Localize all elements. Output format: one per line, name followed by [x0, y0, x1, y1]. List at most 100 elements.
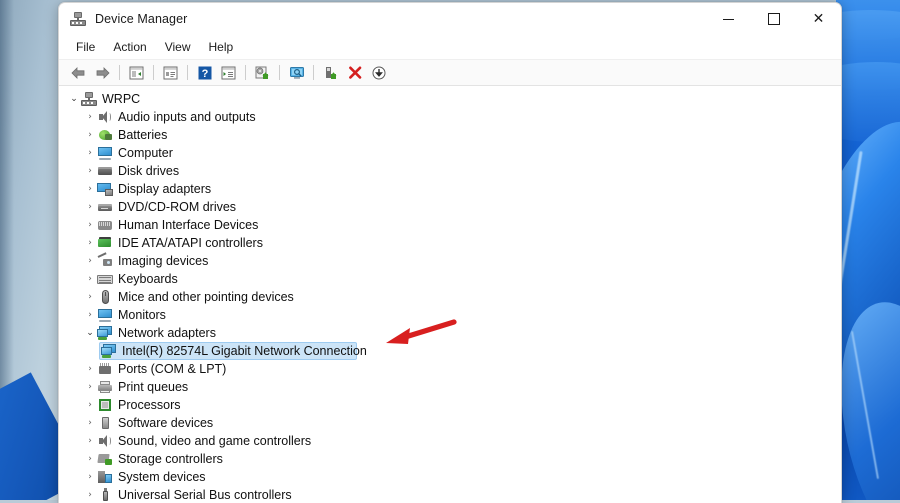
title-bar: Device Manager ✕	[59, 3, 841, 35]
chevron-right-icon[interactable]: ›	[83, 108, 97, 126]
tree-item-monitors[interactable]: › Monitors	[59, 306, 841, 324]
device-tree[interactable]: ⌄ WRPC › Audio inputs and outputs › Batt…	[59, 86, 841, 503]
tree-item-ports[interactable]: › Ports (COM & LPT)	[59, 360, 841, 378]
chevron-right-icon[interactable]: ›	[83, 432, 97, 450]
tree-item-label: Storage controllers	[118, 452, 223, 466]
toolbar-separator	[119, 65, 120, 80]
tree-item-label: Ports (COM & LPT)	[118, 362, 227, 376]
tree-item-label: Imaging devices	[118, 254, 209, 268]
chevron-right-icon[interactable]: ›	[83, 468, 97, 486]
tree-item-keyboards[interactable]: › Keyboards	[59, 270, 841, 288]
tree-item-label: System devices	[118, 470, 206, 484]
action-pane-button[interactable]	[217, 62, 240, 83]
chevron-right-icon[interactable]: ›	[83, 270, 97, 288]
chevron-right-icon[interactable]: ›	[83, 486, 97, 503]
network-device-icon	[101, 343, 117, 359]
tree-item-network-adapters[interactable]: ⌄ Network adapters	[59, 324, 841, 342]
disk-drive-icon	[97, 163, 113, 179]
tree-item-human-interface-devices[interactable]: › Human Interface Devices	[59, 216, 841, 234]
tree-item-label: DVD/CD-ROM drives	[118, 200, 237, 214]
scan-hardware-button[interactable]	[285, 62, 308, 83]
chevron-right-icon[interactable]: ›	[83, 216, 97, 234]
tree-item-usb-controllers[interactable]: › Universal Serial Bus controllers	[59, 486, 841, 503]
console-tree-button[interactable]	[125, 62, 148, 83]
chevron-right-icon[interactable]: ›	[83, 126, 97, 144]
menu-item-help[interactable]: Help	[200, 38, 243, 56]
tree-item-audio[interactable]: › Audio inputs and outputs	[59, 108, 841, 126]
device-manager-icon	[70, 11, 86, 27]
network-adapter-icon	[97, 325, 113, 341]
tree-root-label: WRPC	[102, 92, 141, 106]
chevron-right-icon[interactable]: ›	[83, 306, 97, 324]
tree-item-display-adapters[interactable]: › Display adapters	[59, 180, 841, 198]
toolbar: ?	[59, 60, 841, 86]
back-button[interactable]	[67, 62, 90, 83]
forward-button[interactable]	[91, 62, 114, 83]
tree-item-storage-controllers[interactable]: › Storage controllers	[59, 450, 841, 468]
ide-controller-icon	[97, 235, 113, 251]
menu-item-view[interactable]: View	[156, 38, 200, 56]
tree-item-label: Audio inputs and outputs	[118, 110, 256, 124]
help-button[interactable]: ?	[193, 62, 216, 83]
tree-item-mice[interactable]: › Mice and other pointing devices	[59, 288, 841, 306]
chevron-right-icon[interactable]: ›	[83, 288, 97, 306]
tree-item-system-devices[interactable]: › System devices	[59, 468, 841, 486]
tree-item-dvd-drives[interactable]: › DVD/CD-ROM drives	[59, 198, 841, 216]
tree-item-batteries[interactable]: › Batteries	[59, 126, 841, 144]
menu-bar: File Action View Help	[59, 35, 841, 60]
mouse-icon	[97, 289, 113, 305]
software-device-icon	[97, 415, 113, 431]
maximize-button[interactable]	[751, 3, 796, 35]
speaker-icon	[97, 433, 113, 449]
tree-item-label: Keyboards	[118, 272, 178, 286]
uninstall-device-button[interactable]	[343, 62, 366, 83]
tree-item-label: Disk drives	[118, 164, 180, 178]
chevron-right-icon[interactable]: ›	[83, 252, 97, 270]
tree-item-label: Universal Serial Bus controllers	[118, 488, 292, 502]
chevron-right-icon[interactable]: ›	[83, 162, 97, 180]
toolbar-separator	[245, 65, 246, 80]
tree-item-label: Network adapters	[118, 326, 216, 340]
computer-icon	[97, 145, 113, 161]
tree-item-label: Print queues	[118, 380, 189, 394]
minimize-button[interactable]	[706, 3, 751, 35]
toolbar-separator	[187, 65, 188, 80]
chevron-right-icon[interactable]: ›	[83, 198, 97, 216]
tree-item-disk-drives[interactable]: › Disk drives	[59, 162, 841, 180]
monitor-icon	[97, 307, 113, 323]
window-title: Device Manager	[95, 12, 188, 26]
chevron-right-icon[interactable]: ›	[83, 450, 97, 468]
close-button[interactable]: ✕	[796, 3, 841, 35]
toolbar-separator	[279, 65, 280, 80]
tree-item-imaging-devices[interactable]: › Imaging devices	[59, 252, 841, 270]
disable-device-button[interactable]	[367, 62, 390, 83]
menu-item-action[interactable]: Action	[104, 38, 155, 56]
tree-item-ide-controllers[interactable]: › IDE ATA/ATAPI controllers	[59, 234, 841, 252]
update-driver-button[interactable]	[251, 62, 274, 83]
chevron-right-icon[interactable]: ›	[83, 234, 97, 252]
tree-item-processors[interactable]: › Processors	[59, 396, 841, 414]
tree-item-intel-nic[interactable]: Intel(R) 82574L Gigabit Network Connecti…	[59, 342, 841, 360]
chevron-right-icon[interactable]: ›	[83, 180, 97, 198]
device-manager-window: Device Manager ✕ File Action View Help ?…	[58, 2, 842, 503]
chevron-down-icon[interactable]: ⌄	[67, 90, 81, 108]
tree-item-label: Intel(R) 82574L Gigabit Network Connecti…	[122, 344, 367, 358]
chevron-right-icon[interactable]: ›	[83, 396, 97, 414]
add-legacy-hardware-button[interactable]	[319, 62, 342, 83]
chevron-down-icon[interactable]: ⌄	[83, 324, 97, 342]
tree-root-row[interactable]: ⌄ WRPC	[59, 90, 841, 108]
tree-item-label: Monitors	[118, 308, 166, 322]
battery-icon	[97, 127, 113, 143]
tree-item-print-queues[interactable]: › Print queues	[59, 378, 841, 396]
chevron-right-icon[interactable]: ›	[83, 360, 97, 378]
wallpaper-right-panel	[836, 0, 900, 500]
properties-button[interactable]	[159, 62, 182, 83]
tree-item-label: Software devices	[118, 416, 214, 430]
tree-item-software-devices[interactable]: › Software devices	[59, 414, 841, 432]
chevron-right-icon[interactable]: ›	[83, 144, 97, 162]
chevron-right-icon[interactable]: ›	[83, 378, 97, 396]
chevron-right-icon[interactable]: ›	[83, 414, 97, 432]
menu-item-file[interactable]: File	[67, 38, 104, 56]
tree-item-sound-controllers[interactable]: › Sound, video and game controllers	[59, 432, 841, 450]
tree-item-computer[interactable]: › Computer	[59, 144, 841, 162]
